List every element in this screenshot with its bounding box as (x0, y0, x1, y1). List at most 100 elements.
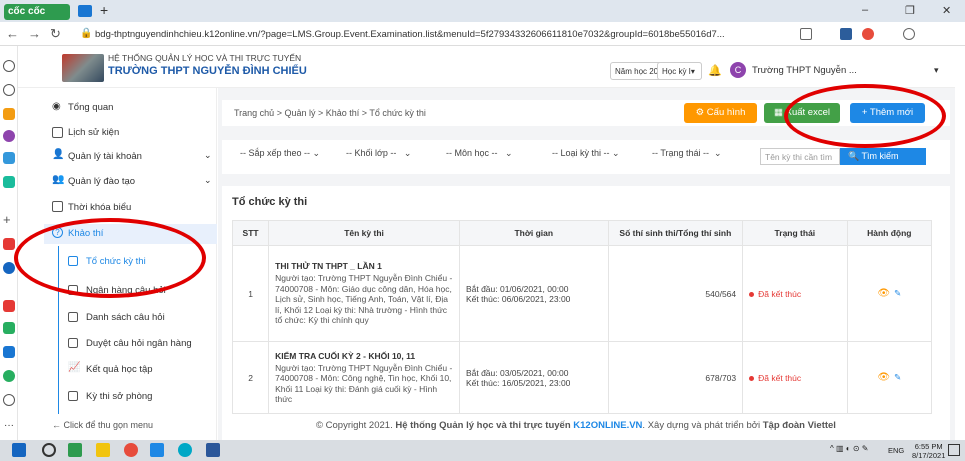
exam-name[interactable]: THI THỬ TN THPT _ LẦN 1 (275, 261, 453, 271)
chevron-down-icon[interactable]: ▾ (934, 65, 939, 76)
chevron-down-icon[interactable]: ⌄ (204, 175, 212, 186)
copyright-system: Hệ thống Quản lý học và thi trực tuyến (395, 420, 571, 431)
copyright-org: Tập đoàn Viettel (762, 420, 836, 431)
language-indicator[interactable]: ENG (888, 446, 904, 455)
chrome-icon[interactable] (124, 443, 138, 457)
zalo-icon[interactable] (3, 262, 15, 274)
view-icon[interactable]: 👁 (877, 288, 890, 299)
notification-icon[interactable] (3, 394, 15, 406)
chat-icon[interactable] (3, 152, 15, 164)
download-icon[interactable] (840, 28, 852, 40)
minimize-icon[interactable]: – (862, 4, 868, 16)
notification-center-icon[interactable] (948, 444, 960, 456)
coccoc-taskbar-icon[interactable] (68, 443, 82, 457)
maximize-icon[interactable]: ❐ (905, 4, 915, 17)
sidebar-item-training[interactable]: Quản lý đào tạo (68, 176, 135, 187)
more-icon[interactable]: ··· (4, 420, 14, 431)
edit-icon[interactable]: ✎ (894, 372, 901, 382)
taskbar (0, 440, 965, 461)
copyright-site[interactable]: K12ONLINE.VN (573, 420, 642, 431)
grade-select[interactable]: -- Khối lớp -- ⌄ (346, 148, 411, 159)
config-label: Cấu hình (706, 107, 746, 118)
card-title: Tổ chức kỳ thi (232, 196, 308, 208)
term-select[interactable]: Học kỳ I▾ (657, 62, 702, 80)
crown-icon[interactable] (3, 108, 15, 120)
search-input[interactable]: Tên kỳ thi cần tìm (760, 148, 840, 165)
start-time: Bắt đầu: 01/06/2021, 00:00 (465, 283, 569, 294)
sort-select[interactable]: -- Sắp xếp theo -- ⌄ (240, 148, 320, 159)
row-name-cell[interactable]: THI THỬ TN THPT _ LẦN 1 Người tạo: Trườn… (268, 245, 460, 342)
sidebar-subitem-approve[interactable]: Duyệt câu hỏi ngân hàng (86, 338, 192, 349)
new-tab-button[interactable]: + (100, 2, 108, 18)
sports-icon[interactable] (3, 370, 15, 382)
exam-table: STT Tên kỳ thi Thời gian Số thí sinh thi… (231, 220, 933, 414)
browser-brand[interactable]: cốc cốc (4, 4, 70, 20)
mail-icon[interactable] (3, 300, 15, 312)
add-shortcut-icon[interactable]: + (3, 213, 15, 226)
vtv-icon[interactable] (3, 322, 15, 334)
clock-date: 8/17/2021 (912, 451, 946, 460)
column-header: Tên kỳ thi (268, 220, 460, 246)
edit-icon[interactable]: ✎ (894, 288, 901, 298)
account-icon[interactable] (903, 28, 915, 40)
calendar-icon (52, 127, 63, 138)
close-icon[interactable]: ✕ (942, 4, 951, 17)
bell-icon[interactable]: 🔔 (708, 64, 722, 77)
config-button[interactable]: ⚙ Cấu hình (684, 103, 757, 123)
search-icon[interactable] (42, 443, 56, 457)
windows-start-icon[interactable] (12, 443, 26, 457)
grade-label: -- Khối lớp -- (346, 148, 397, 158)
chevron-down-icon[interactable]: ⌄ (204, 150, 212, 161)
row-actions: 👁 ✎ (846, 245, 933, 342)
start-time: Bắt đầu: 03/05/2021, 00:00 (465, 367, 569, 378)
copyright: © Copyright 2021. Hệ thống Quản lý học v… (316, 420, 836, 431)
copyright-mid: . Xây dựng và phát triển bởi (642, 420, 761, 431)
sidebar-item-accounts[interactable]: Quản lý tài khoản (68, 151, 142, 162)
vscode-icon[interactable] (150, 443, 164, 457)
users-icon: 👥 (52, 174, 65, 185)
tray-icons: ^ ▥ ◐ ⊙ ✎ (830, 444, 869, 453)
browser-tab-icon[interactable] (78, 5, 92, 17)
row-name-cell[interactable]: KIỂM TRA CUỐI KỲ 2 - KHỐI 10, 11 Người t… (268, 341, 460, 414)
sidebar-item-overview[interactable]: Tổng quan (68, 102, 113, 113)
url-field[interactable]: bdg-thptnguyendinhchieu.k12online.vn/?pa… (95, 26, 775, 42)
sidebar-item-event-history[interactable]: Lịch sử kiện (68, 127, 119, 138)
sidebar-subitem-question-list[interactable]: Danh sách câu hỏi (86, 312, 165, 323)
dashboard-icon: ◉ (52, 101, 61, 112)
bookmark-icon[interactable] (800, 28, 812, 40)
clock[interactable]: 6:55 PM 8/17/2021 (912, 442, 945, 460)
sidebar-item-timetable[interactable]: Thời khóa biểu (68, 202, 131, 213)
status-badge: Đã kết thúc (758, 372, 802, 383)
status-select[interactable]: -- Trạng thái -- ⌄ (652, 148, 722, 159)
subject-select[interactable]: -- Môn học -- ⌄ (446, 148, 513, 159)
exam-desc: Người tạo: Trường THPT Nguyễn Đình Chiểu… (275, 362, 453, 405)
youtube-icon[interactable] (3, 238, 15, 250)
search-button[interactable]: 🔍 Tìm kiếm (840, 148, 926, 165)
sort-label: -- Sắp xếp theo -- (240, 148, 311, 158)
forward-icon[interactable]: → (28, 26, 41, 41)
edge-icon[interactable] (178, 443, 192, 457)
collapse-menu-button[interactable]: ← Click để thu gọn menu (44, 416, 217, 436)
extension-icon[interactable] (862, 28, 874, 40)
view-icon[interactable]: 👁 (877, 372, 890, 383)
type-select[interactable]: -- Loại kỳ thi -- ⌄ (552, 148, 620, 159)
news-icon[interactable] (3, 346, 15, 358)
exam-name[interactable]: KIỂM TRA CUỐI KỲ 2 - KHỐI 10, 11 (275, 351, 453, 361)
status-dot (749, 291, 755, 297)
word-icon[interactable] (206, 443, 220, 457)
game-icon[interactable] (3, 176, 15, 188)
back-icon[interactable]: ← (6, 26, 19, 41)
explorer-icon[interactable] (96, 443, 110, 457)
sidebar-subitem-dept-exams[interactable]: Kỳ thi sở phòng (86, 391, 152, 402)
table-row: 2 KIỂM TRA CUỐI KỲ 2 - KHỐI 10, 11 Người… (231, 341, 933, 414)
exam-desc: Người tạo: Trường THPT Nguyễn Đình Chiểu… (275, 273, 453, 326)
user-icon: 👤 (52, 149, 65, 160)
history-icon[interactable] (3, 84, 15, 96)
avatar[interactable]: C (730, 62, 746, 78)
user-name[interactable]: Trường THPT Nguyễn ... (752, 65, 857, 76)
column-header: Số thí sinh thi/Tổng thí sinh (607, 220, 744, 246)
reload-icon[interactable]: ↻ (50, 26, 61, 42)
settings-icon[interactable] (3, 60, 15, 72)
sidebar-subitem-results[interactable]: Kết quả học tập (86, 364, 153, 375)
messenger-icon[interactable] (3, 130, 15, 142)
